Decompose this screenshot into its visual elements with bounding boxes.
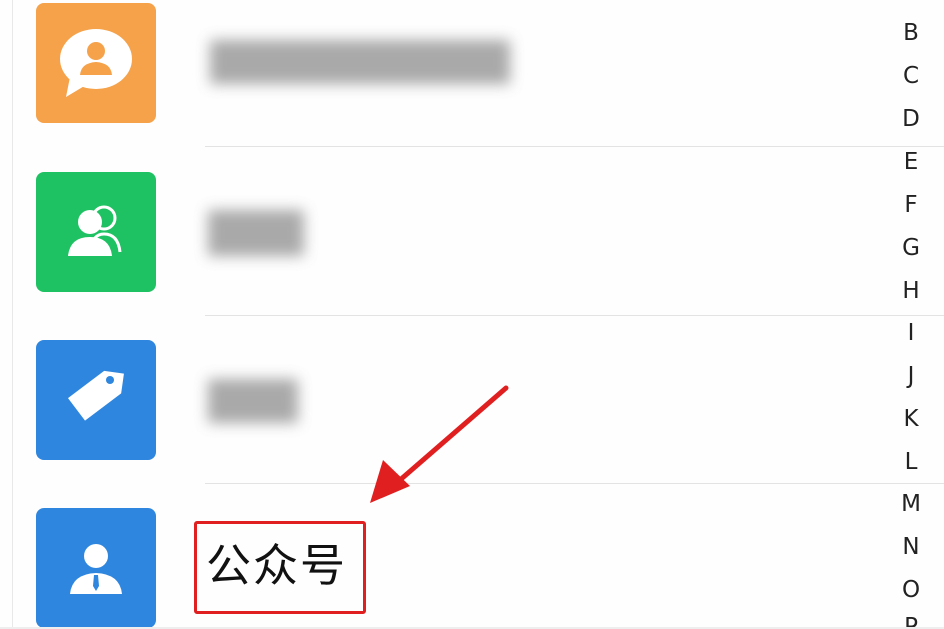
contact-entry-tags[interactable] (0, 317, 890, 485)
chat-person-icon (36, 3, 156, 123)
contact-label-redacted (200, 371, 310, 431)
index-letter-f[interactable]: F (896, 192, 926, 218)
index-letter-i[interactable]: I (896, 320, 926, 346)
alphabet-index-bar[interactable]: B C D E F G H I J K L M N O P (888, 0, 944, 629)
contact-entry-group-chats[interactable] (0, 148, 890, 316)
contact-entry-official-accounts[interactable] (0, 485, 890, 629)
index-letter-h[interactable]: H (896, 278, 926, 304)
index-letter-k[interactable]: K (896, 406, 926, 432)
row-divider (205, 146, 944, 147)
row-divider (205, 483, 944, 484)
index-letter-d[interactable]: D (896, 106, 926, 132)
contact-entry-new-friends[interactable] (0, 0, 890, 168)
index-letter-c[interactable]: C (896, 63, 926, 89)
index-letter-e[interactable]: E (896, 149, 926, 175)
contact-label-redacted (200, 34, 520, 94)
contacts-screen: 公众号 B C D E F G H I J K L M N O P (0, 0, 944, 629)
index-letter-g[interactable]: G (896, 235, 926, 261)
index-letter-j[interactable]: J (896, 363, 926, 389)
index-letter-b[interactable]: B (896, 20, 926, 46)
index-letter-o[interactable]: O (896, 577, 926, 603)
row-divider (205, 315, 944, 316)
tag-icon (36, 340, 156, 460)
index-letter-n[interactable]: N (896, 534, 926, 560)
official-account-icon (36, 508, 156, 628)
index-letter-l[interactable]: L (896, 449, 926, 475)
index-letter-m[interactable]: M (896, 491, 926, 517)
annotation-highlight-box (194, 521, 366, 614)
contact-label-redacted (200, 204, 320, 264)
group-icon (36, 172, 156, 292)
